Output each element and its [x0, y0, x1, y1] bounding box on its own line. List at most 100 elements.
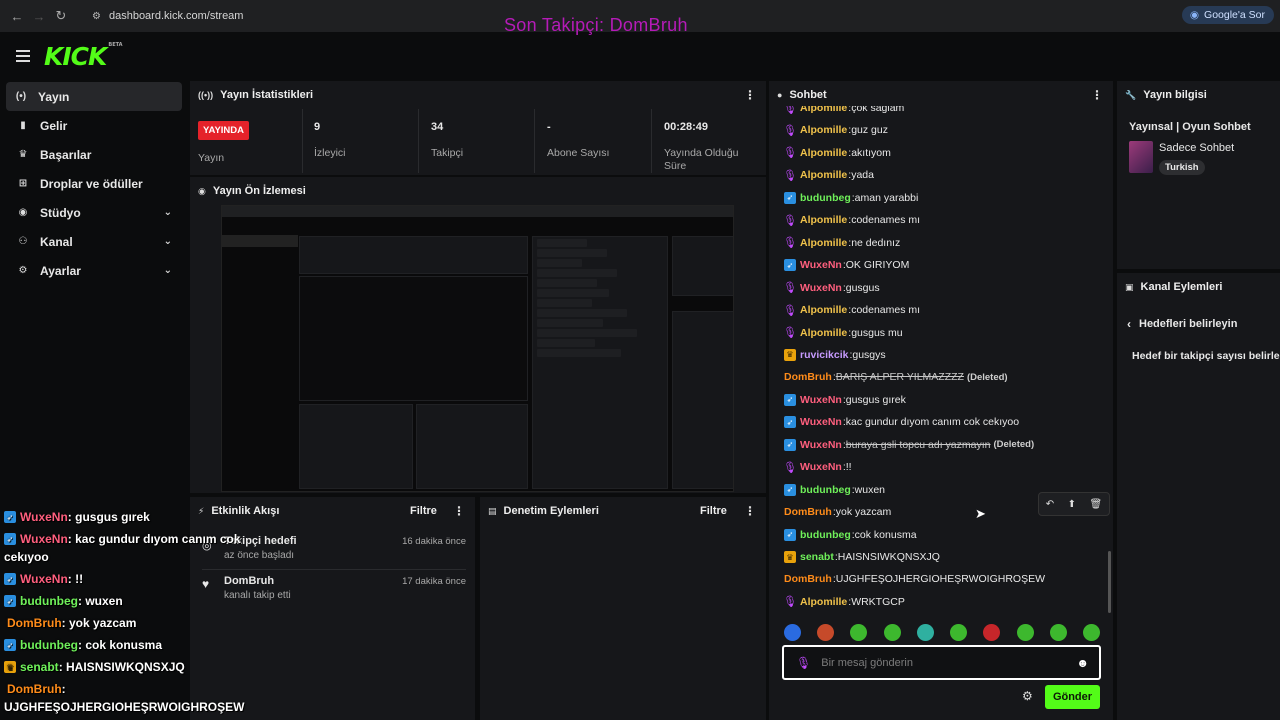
chat-message[interactable]: 🎙 Alpomille: akıtıyom [783, 142, 891, 164]
google-ask-button[interactable]: ◉ Google'a Sor [1181, 6, 1274, 24]
emote-icon[interactable] [916, 624, 934, 641]
chat-settings-gear-icon[interactable]: ⚙ [1022, 689, 1033, 703]
chat-message[interactable]: ➶ WuxeNn: buraya gsli topcu adı yazmayın(… [784, 434, 1034, 456]
chat-message[interactable]: ➶ WuxeNn: gusgus gırek [784, 389, 906, 411]
trash-icon[interactable]: 🗑 [1090, 499, 1103, 510]
chat-username[interactable]: budunbeg [800, 192, 851, 204]
menu-icon[interactable] [16, 50, 30, 62]
chat-username[interactable]: WuxeNn [800, 439, 842, 451]
stat-subscribers: - Abone Sayısı [547, 121, 609, 160]
stream-preview[interactable] [221, 205, 734, 492]
emote-icon[interactable] [784, 624, 801, 641]
chat-message[interactable]: 🎙 Alpomille: gusgus mu [783, 322, 903, 344]
chat-message[interactable]: ➶ budunbeg: aman yarabbi [784, 187, 918, 209]
chat-username[interactable]: senabt [800, 551, 834, 563]
pin-icon[interactable]: ⬆ [1068, 499, 1076, 510]
address-bar[interactable]: ⚙ dashboard.kick.com/stream [92, 10, 243, 22]
sidebar-item[interactable]: ▮ Gelir [2, 111, 186, 140]
sidebar-item[interactable]: ⚙ Ayarlar ⌄ [2, 256, 186, 285]
reload-icon[interactable]: ↻ [50, 8, 72, 24]
reply-icon[interactable]: ↶ [1046, 499, 1054, 510]
chat-username[interactable]: DomBruh [784, 371, 832, 383]
forward-icon[interactable]: → [28, 9, 50, 24]
chat-username[interactable]: Alpomille [800, 214, 847, 226]
more-options-icon[interactable]: ⋮ [1091, 88, 1103, 102]
emote-icon[interactable] [983, 624, 1001, 641]
chat-username[interactable]: DomBruh [784, 506, 832, 518]
chat-username[interactable]: DomBruh [784, 573, 832, 585]
back-icon[interactable]: ← [6, 9, 28, 24]
chat-message[interactable]: 🎙 Alpomille: yada [783, 164, 874, 186]
chat-username[interactable]: Alpomille [800, 169, 847, 181]
emote-icon[interactable] [883, 624, 901, 641]
emote-icon[interactable] [950, 624, 968, 641]
chat-input[interactable]: 🎙 Bir mesaj gönderin ☻ [782, 645, 1101, 680]
emote-icon[interactable] [1082, 624, 1100, 641]
chat-message[interactable]: DomBruh: BARIŞ ALPER YILMAZZZZ (Deleted) [784, 366, 1008, 388]
chat-username[interactable]: Alpomille [800, 304, 847, 316]
sidebar-item[interactable]: ◉ Stüdyo ⌄ [2, 198, 186, 227]
kick-logo[interactable]: KICK BETA [44, 42, 123, 71]
chat-username[interactable]: ruvicikcik [800, 349, 848, 361]
chat-message[interactable]: ➶ budunbeg: cok konusma [784, 524, 917, 546]
stat-live: YAYINDA Yayın [198, 121, 250, 165]
chat-message[interactable]: ➶ WuxeNn: kac gundur dıyom canım cok cekı… [784, 411, 1019, 433]
site-info-icon[interactable]: ⚙ [92, 11, 101, 22]
chat-username[interactable]: WuxeNn [800, 461, 842, 473]
chevron-down-icon[interactable]: ⌄ [164, 265, 172, 276]
chat-username[interactable]: Alpomille [800, 596, 847, 608]
activity-item: ♥ DomBruh kanalı takip etti 17 dakika ön… [202, 575, 466, 601]
sidebar-item[interactable]: ⚇ Kanal ⌄ [2, 227, 186, 256]
activity-filter-button[interactable]: Filtre [410, 505, 437, 517]
stat-label: Takipçi [431, 147, 464, 159]
chat-message[interactable]: 🎙 WuxeNn: gusgus [783, 277, 880, 299]
chat-text: aman yarabbi [854, 191, 919, 204]
send-button[interactable]: Gönder [1045, 685, 1100, 709]
moderation-filter-button[interactable]: Filtre [700, 505, 727, 517]
chat-username[interactable]: budunbeg [800, 529, 851, 541]
chat-message[interactable]: 🎙 Alpomille: guz guz [783, 119, 888, 141]
emote-icon[interactable] [1049, 624, 1067, 641]
emoji-icon[interactable]: ☻ [1076, 656, 1089, 670]
more-options-icon[interactable]: ⋮ [744, 88, 756, 102]
chart-icon: ▮ [20, 120, 26, 131]
chat-username[interactable]: WuxeNn [800, 416, 842, 428]
chat-message[interactable]: 🎙 Alpomille: codenames mı [783, 299, 920, 321]
mouse-cursor-icon: ➤ [975, 506, 986, 521]
sidebar-item[interactable]: ⊞ Droplar ve ödüller [2, 169, 186, 198]
chat-message[interactable]: 🎙 Alpomille: codenames mı [783, 209, 920, 231]
chat-username[interactable]: WuxeNn [800, 259, 842, 271]
chat-username[interactable]: Alpomille [800, 124, 847, 136]
chat-username[interactable]: Alpomille [800, 237, 847, 249]
chat-message[interactable]: ➶ WuxeNn: OK GIRIYOM [784, 254, 909, 276]
emote-icon[interactable] [817, 624, 835, 641]
more-options-icon[interactable]: ⋮ [744, 504, 756, 518]
sidebar-item[interactable]: ♛ Başarılar [2, 140, 186, 169]
chat-message[interactable]: 🎙 Alpomille: WRKTGCP [783, 591, 905, 613]
sidebar-item-label: Droplar ve ödüller [40, 176, 143, 191]
chevron-down-icon[interactable]: ⌄ [164, 207, 172, 218]
chat-message[interactable]: ➶ budunbeg: wuxen [784, 479, 885, 501]
back-button[interactable]: ‹ Hedefleri belirleyin [1127, 317, 1237, 331]
emote-icon[interactable] [850, 624, 868, 641]
chat-message[interactable]: 🎙 Alpomille: ne dedınız [783, 232, 900, 254]
emote-icon[interactable] [1016, 624, 1034, 641]
chat-text: yok yazcam [835, 506, 892, 519]
sidebar-item[interactable]: (•) Yayın [6, 82, 182, 111]
chat-username[interactable]: Alpomille [800, 147, 847, 159]
chat-message[interactable]: DomBruh: yok yazcam [784, 501, 891, 523]
chat-username[interactable]: Alpomille [800, 327, 847, 339]
fish-badge-icon: ➶ [4, 595, 16, 607]
chat-username[interactable]: WuxeNn [800, 282, 842, 294]
chat-message[interactable]: 🎙 WuxeNn: !! [783, 456, 852, 478]
chat-username[interactable]: budunbeg [800, 484, 851, 496]
activity-header: ⚡ Etkinlik Akışı Filtre ⋮ [190, 497, 475, 525]
chat-scrollbar[interactable] [1108, 551, 1111, 613]
more-options-icon[interactable]: ⋮ [453, 504, 465, 518]
chat-message[interactable]: DomBruh: UJGHFEŞOJHERGIOHEŞRWOIGHROŞEW [784, 568, 1045, 590]
chat-message[interactable]: ♛ ruvicikcik: gusgys [784, 344, 886, 366]
chat-username[interactable]: WuxeNn [800, 394, 842, 406]
fish-badge-icon: ➶ [784, 438, 796, 451]
chevron-down-icon[interactable]: ⌄ [164, 236, 172, 247]
chat-message[interactable]: ♛ senabt: HAISNSIWKQNSXJQ [784, 546, 940, 568]
